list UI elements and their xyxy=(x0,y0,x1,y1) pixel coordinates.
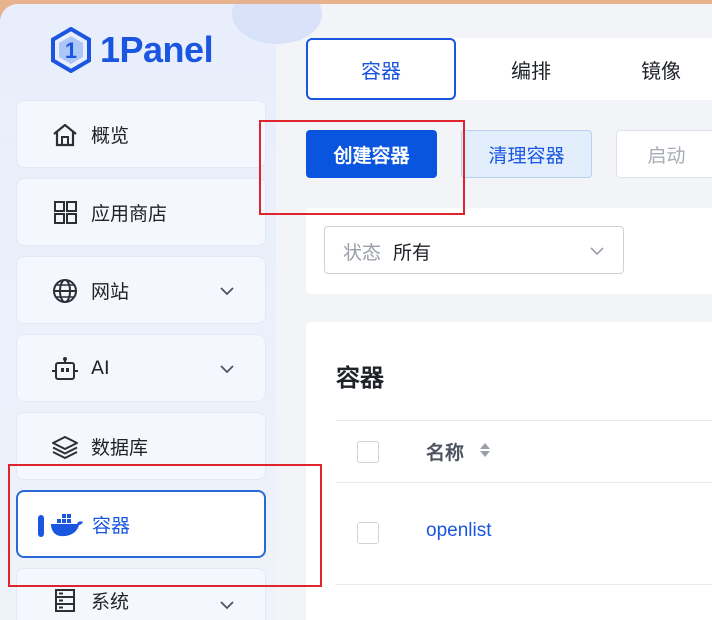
column-header-name[interactable]: 名称 xyxy=(426,438,464,465)
server-icon xyxy=(55,589,75,612)
home-icon xyxy=(53,123,77,147)
sidebar-item-label: AI xyxy=(91,357,110,379)
tab-images[interactable]: 镜像 xyxy=(606,38,712,100)
app-logo[interactable]: 1 1Panel xyxy=(50,27,214,73)
select-all-checkbox[interactable] xyxy=(357,441,379,463)
container-name-link[interactable]: openlist xyxy=(426,520,492,542)
sidebar-item-website[interactable]: 网站 xyxy=(16,256,266,324)
status-filter-value: 所有 xyxy=(393,242,432,264)
row-checkbox[interactable] xyxy=(357,522,379,544)
sidebar-item-app-store[interactable]: 应用商店 xyxy=(16,178,266,246)
sidebar-item-label: 应用商店 xyxy=(91,202,168,225)
status-filter-prefix: 状态 xyxy=(343,242,382,264)
status-filter-select[interactable]: 状态 所有 xyxy=(324,226,624,274)
chevron-down-icon xyxy=(220,365,234,374)
start-button[interactable]: 启动 xyxy=(616,130,712,178)
sidebar-item-label: 容器 xyxy=(92,514,131,537)
chevron-down-icon xyxy=(590,247,604,256)
sidebar-item-label: 系统 xyxy=(91,591,130,613)
logo-hexagon-icon: 1 xyxy=(51,27,91,73)
docker-whale-icon xyxy=(51,514,83,537)
sidebar: 1 1Panel 概览 应用商店 网站 AI 数据库 容器 系统 xyxy=(0,4,322,620)
database-layers-icon xyxy=(52,436,78,459)
main-content: 容器 编排 镜像 创建容器 清理容器 启动 状态 所有 容器 名称 openli… xyxy=(276,4,712,620)
app-window: 1 1Panel 概览 应用商店 网站 AI 数据库 容器 系统 容器 编排 镜… xyxy=(0,4,712,620)
sidebar-item-label: 概览 xyxy=(91,124,130,147)
sort-icon[interactable] xyxy=(478,440,492,460)
sidebar-item-database[interactable]: 数据库 xyxy=(16,412,266,480)
tab-bar: 容器 编排 镜像 xyxy=(306,38,712,100)
clean-containers-button[interactable]: 清理容器 xyxy=(461,130,592,178)
tab-compose[interactable]: 编排 xyxy=(456,38,606,100)
sidebar-item-label: 网站 xyxy=(91,280,130,303)
active-indicator xyxy=(38,515,44,537)
sidebar-item-overview[interactable]: 概览 xyxy=(16,100,266,168)
robot-icon xyxy=(52,357,78,380)
sidebar-item-label: 数据库 xyxy=(91,436,149,459)
filter-card: 状态 所有 xyxy=(306,208,712,294)
logo-text: 1Panel xyxy=(100,29,214,70)
chevron-down-icon xyxy=(220,601,234,610)
chevron-down-icon xyxy=(220,287,234,296)
sidebar-item-system[interactable]: 系统 xyxy=(16,568,266,620)
create-container-button[interactable]: 创建容器 xyxy=(306,130,437,178)
tab-containers[interactable]: 容器 xyxy=(306,38,456,100)
table-title: 容器 xyxy=(336,364,384,392)
svg-text:1: 1 xyxy=(65,38,77,63)
globe-icon xyxy=(53,279,77,303)
sidebar-item-containers[interactable]: 容器 xyxy=(16,490,266,558)
sidebar-item-ai[interactable]: AI xyxy=(16,334,266,402)
containers-table-card: 容器 名称 openlist xyxy=(306,322,712,620)
apps-grid-icon xyxy=(54,201,77,224)
